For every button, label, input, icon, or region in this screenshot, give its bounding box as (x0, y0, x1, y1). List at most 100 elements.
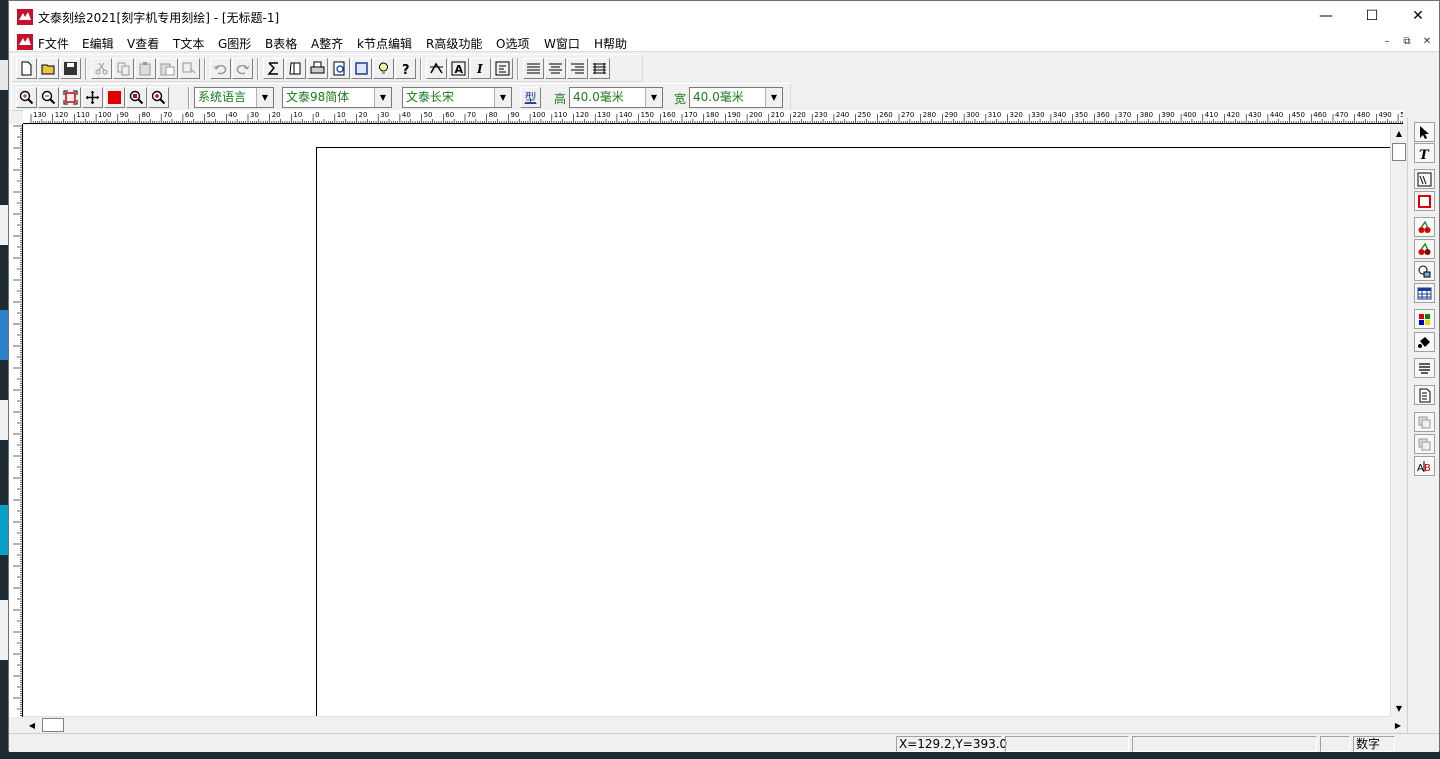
maximize-button[interactable]: ☐ (1349, 1, 1395, 31)
select-tool[interactable] (1414, 122, 1435, 142)
height-select[interactable]: 40.0毫米 ▼ (569, 87, 663, 108)
justify-button[interactable] (589, 58, 610, 79)
horizontal-scrollbar[interactable]: ◀ ▶ (24, 716, 1401, 733)
paragraph-tool[interactable] (1414, 358, 1435, 378)
zoom-in-button[interactable] (16, 87, 37, 108)
ruler-label: 70 (163, 111, 172, 119)
minimize-button[interactable]: — (1303, 1, 1349, 31)
text-frame-icon: A (451, 61, 466, 76)
standard-toolbar: ? A I (11, 54, 643, 82)
graphics-group-tool[interactable] (1414, 239, 1435, 259)
menu-options[interactable]: O选项 (496, 35, 529, 52)
zoom-page-button[interactable] (60, 87, 81, 108)
graphics-tool[interactable] (1414, 217, 1435, 237)
menu-view[interactable]: V查看 (127, 35, 159, 52)
mdi-close-button[interactable]: ✕ (1419, 35, 1435, 49)
vertical-scroll-thumb[interactable] (1392, 143, 1406, 161)
zoom-actual-icon (151, 90, 166, 105)
color-palette-tool[interactable] (1414, 309, 1435, 329)
ruler-label: 340 (1053, 111, 1066, 119)
italic-button[interactable]: I (470, 58, 491, 79)
cut-output-button[interactable] (263, 58, 284, 79)
menu-text[interactable]: T文本 (173, 35, 204, 52)
color-button[interactable] (104, 87, 125, 108)
scroll-right-button[interactable]: ▶ (1390, 717, 1406, 733)
pan-button[interactable] (82, 87, 103, 108)
document-menu-icon[interactable] (17, 34, 33, 50)
frame-button[interactable] (351, 58, 372, 79)
toolbar-separator (188, 87, 190, 109)
scissors-icon (95, 62, 108, 75)
print-preview-button[interactable] (329, 58, 350, 79)
document-tool[interactable] (1414, 385, 1435, 405)
scroll-left-button[interactable]: ◀ (24, 717, 40, 733)
print-preview-icon (333, 61, 345, 76)
ruler-label: 430 (1248, 111, 1261, 119)
width-select[interactable]: 40.0毫米 ▼ (689, 87, 783, 108)
fill-tool[interactable] (1414, 332, 1435, 352)
help-button[interactable]: ? (395, 58, 416, 79)
text-frame-button[interactable]: A (448, 58, 469, 79)
paste-button[interactable] (135, 58, 156, 79)
type-button[interactable]: 型 (520, 87, 541, 108)
text-edit-icon (495, 61, 510, 76)
tips-button[interactable] (373, 58, 394, 79)
menu-advanced[interactable]: R高级功能 (426, 35, 482, 52)
disabled-tool-2[interactable] (1414, 434, 1435, 454)
red-square-icon (108, 91, 121, 104)
menu-table[interactable]: B表格 (265, 35, 297, 52)
menu-node-edit[interactable]: k节点编辑 (357, 35, 412, 52)
open-file-button[interactable] (38, 58, 59, 79)
text-edit-button[interactable] (492, 58, 513, 79)
close-button[interactable]: ✕ (1395, 1, 1440, 31)
new-file-button[interactable] (16, 58, 37, 79)
vertical-text-tool[interactable] (1414, 169, 1435, 189)
undo-button[interactable] (210, 58, 231, 79)
scroll-up-button[interactable]: ▲ (1391, 125, 1407, 141)
chinese-font-select[interactable]: 文泰98简体 ▼ (282, 87, 392, 108)
align-left-button[interactable] (523, 58, 544, 79)
drawing-canvas[interactable] (24, 125, 1390, 716)
ruler-label: 330 (1031, 111, 1044, 119)
zoom-fit-button[interactable] (126, 87, 147, 108)
shape-tool[interactable] (1414, 261, 1435, 281)
menu-file[interactable]: F文件 (38, 35, 69, 52)
zoom-actual-button[interactable] (148, 87, 169, 108)
font-style-select[interactable]: 文泰长宋 ▼ (402, 87, 512, 108)
align-right-button[interactable] (567, 58, 588, 79)
menu-edit[interactable]: E编辑 (82, 35, 114, 52)
text-tool[interactable]: T (1414, 143, 1435, 163)
node-tool-button[interactable] (426, 58, 447, 79)
save-icon (64, 62, 77, 75)
align-center-button[interactable] (545, 58, 566, 79)
ruler-label: 220 (793, 111, 806, 119)
vertical-scrollbar[interactable]: ▲ ▼ (1390, 125, 1407, 716)
mdi-minimize-button[interactable]: – (1379, 35, 1395, 49)
font-replace-tool[interactable]: AB (1414, 456, 1435, 476)
zoom-out-button[interactable] (38, 87, 59, 108)
desktop-window-fragment (0, 600, 8, 660)
horizontal-scroll-thumb[interactable] (42, 718, 64, 732)
mdi-restore-button[interactable]: ⧉ (1399, 35, 1415, 49)
table-tool[interactable] (1414, 283, 1435, 303)
menu-window[interactable]: W窗口 (544, 35, 580, 52)
ruler-label: 0 (315, 111, 319, 119)
menu-align[interactable]: A整齐 (311, 35, 343, 52)
copy-button[interactable] (113, 58, 134, 79)
clone-button[interactable] (179, 58, 200, 79)
disabled-tool-1[interactable] (1414, 412, 1435, 432)
menu-help[interactable]: H帮助 (594, 35, 627, 52)
ruler-label: 490 (1378, 111, 1391, 119)
redo-button[interactable] (232, 58, 253, 79)
menu-graphics[interactable]: G图形 (218, 35, 251, 52)
print-button[interactable] (307, 58, 328, 79)
ruler-label: 420 (1227, 111, 1240, 119)
cut-button[interactable] (91, 58, 112, 79)
scroll-down-button[interactable]: ▼ (1391, 700, 1407, 716)
redo-icon (236, 64, 250, 75)
rectangle-tool[interactable] (1414, 191, 1435, 211)
language-select[interactable]: 系统语言 ▼ (194, 87, 274, 108)
save-button[interactable] (60, 58, 81, 79)
page-setup-button[interactable] (285, 58, 306, 79)
paste-special-button[interactable] (157, 58, 178, 79)
